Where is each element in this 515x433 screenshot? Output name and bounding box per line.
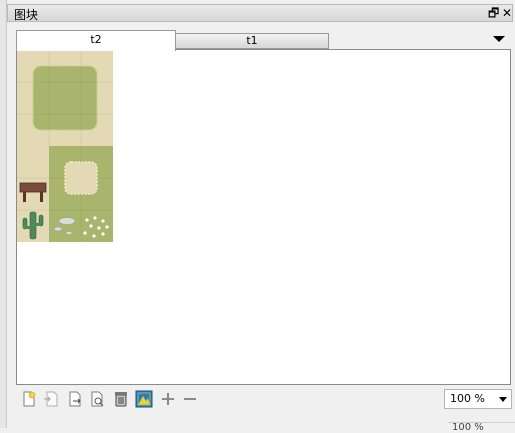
float-icon[interactable]: 🗗 [488,5,499,21]
delete-tileset-icon[interactable] [112,390,130,408]
panel-title-bar: 图块 🗗 ✕ [7,4,513,22]
left-panel-edge [0,0,7,428]
add-icon[interactable] [159,390,177,408]
embed-tileset-icon[interactable] [42,390,60,408]
tab-t2-label: t2 [90,33,102,46]
remove-icon[interactable] [181,390,199,408]
tab-t2[interactable]: t2 [16,30,176,51]
export-tileset-icon[interactable] [66,390,84,408]
image-tileset-icon[interactable] [135,390,153,408]
tileset-image[interactable] [17,50,113,242]
tab-t1[interactable]: t1 [175,33,329,49]
tab-menu-chevron-down-icon[interactable] [493,36,505,42]
tileset-toolbar [18,388,218,410]
chevron-down-icon [499,397,507,402]
tileset-tabs: t2 t1 [16,30,513,51]
edit-tileset-icon[interactable] [88,390,106,408]
close-icon[interactable]: ✕ [502,5,512,21]
new-tileset-icon[interactable] [20,390,38,408]
zoom-value: 100 % [450,392,485,405]
tab-t1-label: t1 [246,34,258,47]
zoom-select[interactable]: 100 % [444,389,512,409]
tileset-view[interactable] [16,49,511,385]
panel-title: 图块 [14,8,39,22]
